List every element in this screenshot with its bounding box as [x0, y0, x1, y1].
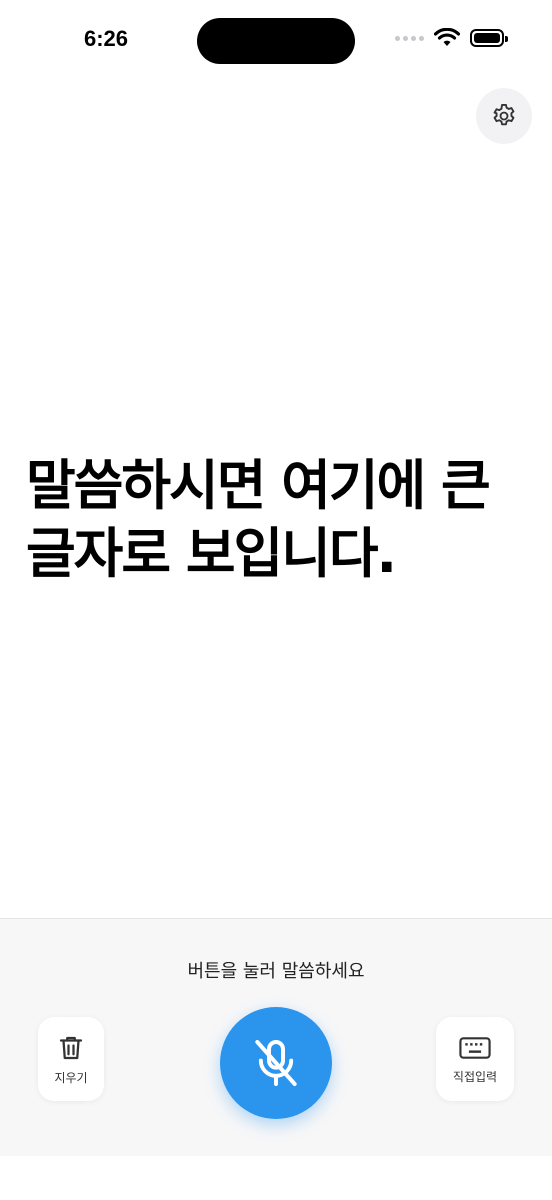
keyboard-input-button[interactable]: 직접입력	[436, 1017, 514, 1101]
clear-button[interactable]: 지우기	[38, 1017, 104, 1101]
caption-line-1: 말씀하시면 여기에 큰	[26, 454, 491, 517]
settings-button[interactable]	[476, 88, 532, 144]
status-bar: 6:26	[0, 0, 552, 80]
control-panel: 버튼을 눌러 말씀하세요 지우기 직접입력	[0, 918, 552, 1156]
hint-text: 버튼을 눌러 말씀하세요	[187, 961, 365, 982]
trash-icon	[59, 1036, 83, 1059]
caption-line-2: 글자로 보입니다.	[26, 522, 397, 585]
mic-off-icon	[255, 1040, 297, 1086]
home-indicator-area	[0, 1156, 552, 1200]
dynamic-island	[197, 18, 355, 64]
status-time: 6:26	[83, 26, 129, 51]
transcript-caption: 말씀하시면 여기에 큰 글자로 보입니다.	[26, 452, 536, 588]
keyboard-label: 직접입력	[452, 1069, 498, 1084]
battery-icon	[470, 29, 508, 47]
app-screen: 6:26 말씀하시면 여기에 큰 글자로 보입니다. 버튼을 눌러 말씀하세요 …	[0, 0, 552, 1200]
clear-label: 지우기	[54, 1070, 88, 1085]
cellular-signal-icon	[395, 35, 424, 41]
keyboard-icon	[459, 1036, 491, 1059]
wifi-icon	[434, 28, 460, 46]
gear-icon	[493, 103, 515, 126]
mic-button[interactable]	[220, 1007, 332, 1119]
status-icons	[395, 28, 508, 48]
